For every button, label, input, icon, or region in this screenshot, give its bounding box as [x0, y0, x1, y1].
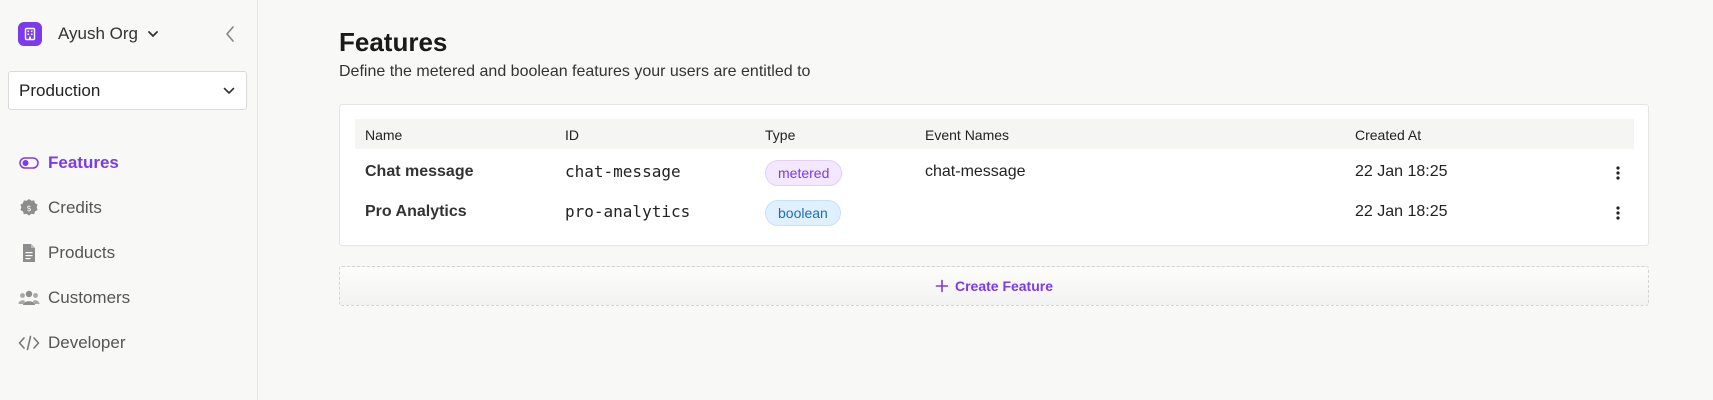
- table-row[interactable]: Chat message chat-message metered chat-m…: [355, 153, 1634, 193]
- building-icon: [18, 22, 42, 46]
- feature-id: pro-analytics: [565, 202, 691, 221]
- sidebar-item-customers[interactable]: Customers: [18, 275, 130, 320]
- toggle-icon: [18, 152, 40, 174]
- sidebar-item-label: Developer: [48, 332, 126, 352]
- created-at: 22 Jan 18:25: [1355, 203, 1448, 220]
- sidebar: Ayush Org Production Features $ Credits: [0, 0, 258, 400]
- table-header: Name ID Type Event Names Created At: [355, 119, 1634, 149]
- org-name: Ayush Org: [58, 24, 139, 43]
- environment-select[interactable]: Production: [8, 71, 247, 110]
- org-switcher[interactable]: Ayush Org: [18, 21, 160, 47]
- create-feature-label: Create Feature: [954, 278, 1054, 294]
- event-names: chat-message: [925, 163, 1026, 180]
- chevron-left-icon: [224, 25, 236, 43]
- users-icon: [18, 287, 40, 309]
- sidebar-item-developer[interactable]: Developer: [18, 320, 130, 365]
- table-row[interactable]: Pro Analytics pro-analytics boolean 22 J…: [355, 193, 1634, 233]
- collapse-sidebar-button[interactable]: [221, 24, 239, 44]
- svg-text:$: $: [26, 203, 31, 212]
- more-vertical-icon: [1616, 166, 1620, 180]
- sidebar-item-label: Credits: [48, 197, 102, 217]
- chevron-down-icon: [146, 27, 160, 41]
- sidebar-item-label: Features: [48, 152, 119, 172]
- more-vertical-icon: [1616, 206, 1620, 220]
- column-header-name: Name: [365, 127, 403, 143]
- column-header-created-at: Created At: [1355, 127, 1422, 143]
- coin-badge-icon: $: [18, 197, 40, 219]
- row-actions-button[interactable]: [1608, 201, 1628, 225]
- plus-icon: [935, 279, 949, 293]
- column-header-event-names: Event Names: [925, 127, 1010, 143]
- environment-value: Production: [19, 80, 101, 100]
- sidebar-nav: Features $ Credits Products Customers De…: [18, 140, 130, 365]
- type-badge: metered: [765, 160, 843, 186]
- column-header-type: Type: [765, 127, 796, 143]
- features-table: Name ID Type Event Names Created At Chat…: [339, 104, 1649, 246]
- sidebar-item-label: Products: [48, 242, 116, 262]
- code-icon: [18, 332, 40, 354]
- column-header-id: ID: [565, 127, 579, 143]
- create-feature-button[interactable]: Create Feature: [339, 266, 1649, 306]
- feature-name: Chat message: [365, 163, 474, 180]
- created-at: 22 Jan 18:25: [1355, 163, 1448, 180]
- type-badge: boolean: [765, 200, 841, 226]
- sidebar-item-credits[interactable]: $ Credits: [18, 185, 130, 230]
- page-subtitle: Define the metered and boolean features …: [339, 63, 811, 80]
- sidebar-item-products[interactable]: Products: [18, 230, 130, 275]
- sidebar-item-features[interactable]: Features: [18, 140, 130, 185]
- sidebar-item-label: Customers: [48, 287, 131, 307]
- feature-name: Pro Analytics: [365, 203, 467, 220]
- feature-id: chat-message: [565, 162, 681, 181]
- row-actions-button[interactable]: [1608, 161, 1628, 185]
- page-title: Features: [339, 27, 448, 57]
- chevron-down-icon: [222, 84, 236, 98]
- document-icon: [18, 242, 40, 264]
